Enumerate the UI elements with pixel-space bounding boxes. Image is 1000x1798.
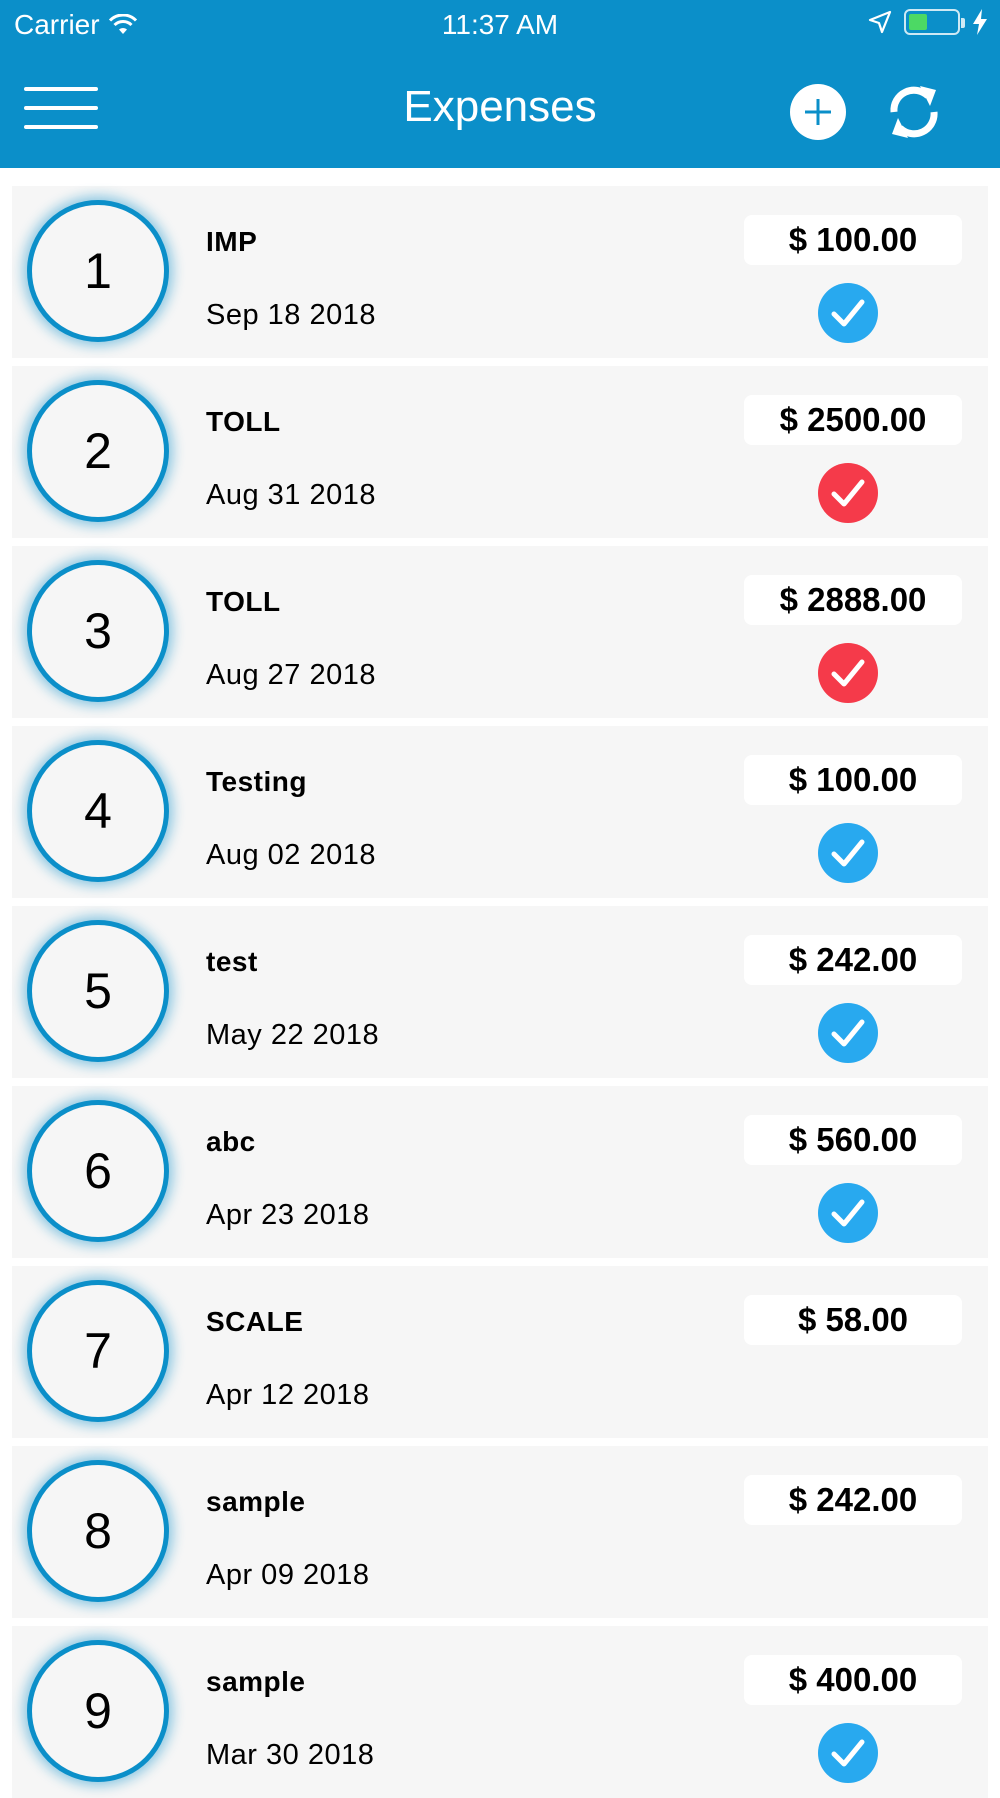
battery-level	[909, 14, 928, 30]
expense-title: abc	[206, 1126, 256, 1157]
expense-row[interactable]: 3 TOLL Aug 27 2018 $ 2888.00	[12, 546, 988, 718]
expense-title: IMP	[206, 226, 258, 257]
expense-amount: $ 560.00	[744, 1115, 962, 1165]
sync-arrows-icon	[890, 86, 938, 138]
expense-amount: $ 58.00	[744, 1295, 962, 1345]
rejected-check-icon	[818, 643, 878, 703]
expense-title: SCALE	[206, 1306, 304, 1337]
approved-check-icon	[818, 823, 878, 883]
approved-check-icon	[818, 283, 878, 343]
expense-row[interactable]: 5 test May 22 2018 $ 242.00	[12, 906, 988, 1078]
expense-number-badge: 5	[27, 920, 169, 1062]
expense-date: Apr 09 2018	[206, 1559, 370, 1591]
expense-date: Aug 27 2018	[206, 659, 376, 691]
status-bar: Carrier 11:37 AM	[0, 0, 1000, 50]
expense-date: May 22 2018	[206, 1019, 380, 1051]
expense-number-badge: 4	[27, 740, 169, 882]
expense-amount: $ 242.00	[744, 1475, 962, 1525]
battery-icon	[904, 9, 965, 35]
expense-date: Sep 18 2018	[206, 299, 376, 331]
expense-title: Testing	[206, 766, 307, 797]
page-title: Expenses	[403, 82, 597, 131]
rejected-check-icon	[818, 463, 878, 523]
expense-amount: $ 100.00	[744, 215, 962, 265]
expense-title: TOLL	[206, 586, 281, 617]
expense-amount: $ 242.00	[744, 935, 962, 985]
expense-number-badge: 3	[27, 560, 169, 702]
status-right-group	[868, 9, 988, 35]
expense-number-badge: 2	[27, 380, 169, 522]
expense-date: Apr 23 2018	[206, 1199, 370, 1231]
expense-number-badge: 6	[27, 1100, 169, 1242]
expense-row[interactable]: 8 sample Apr 09 2018 $ 242.00	[12, 1446, 988, 1618]
expense-row[interactable]: 6 abc Apr 23 2018 $ 560.00	[12, 1086, 988, 1258]
add-expense-button[interactable]	[790, 84, 846, 140]
status-time: 11:37 AM	[441, 9, 559, 40]
expense-title: sample	[206, 1486, 306, 1517]
expense-amount: $ 400.00	[744, 1655, 962, 1705]
expense-number-badge: 1	[27, 200, 169, 342]
plus-icon	[805, 99, 831, 125]
expense-row[interactable]: 4 Testing Aug 02 2018 $ 100.00	[12, 726, 988, 898]
expense-number-badge: 8	[27, 1460, 169, 1602]
navigation-bar: Expenses	[0, 50, 1000, 168]
expense-date: Aug 02 2018	[206, 839, 376, 871]
expense-row[interactable]: 1 IMP Sep 18 2018 $ 100.00	[12, 186, 988, 358]
expense-amount: $ 100.00	[744, 755, 962, 805]
expense-amount: $ 2888.00	[744, 575, 962, 625]
expense-date: Aug 31 2018	[206, 479, 376, 511]
expense-row[interactable]: 7 SCALE Apr 12 2018 $ 58.00	[12, 1266, 988, 1438]
expense-row[interactable]: 2 TOLL Aug 31 2018 $ 2500.00	[12, 366, 988, 538]
expense-amount: $ 2500.00	[744, 395, 962, 445]
charging-bolt-icon	[973, 9, 987, 35]
expense-title: sample	[206, 1666, 306, 1697]
expense-date: Mar 30 2018	[206, 1739, 375, 1771]
refresh-button[interactable]	[884, 82, 944, 142]
expense-date: Apr 12 2018	[206, 1379, 370, 1411]
approved-check-icon	[818, 1183, 878, 1243]
expense-number-badge: 7	[27, 1280, 169, 1422]
expense-number-badge: 9	[27, 1640, 169, 1782]
location-arrow-icon	[868, 10, 892, 34]
approved-check-icon	[818, 1003, 878, 1063]
approved-check-icon	[818, 1723, 878, 1783]
expense-row[interactable]: 9 sample Mar 30 2018 $ 400.00	[12, 1626, 988, 1798]
expense-title: TOLL	[206, 406, 281, 437]
expense-title: test	[206, 946, 258, 977]
